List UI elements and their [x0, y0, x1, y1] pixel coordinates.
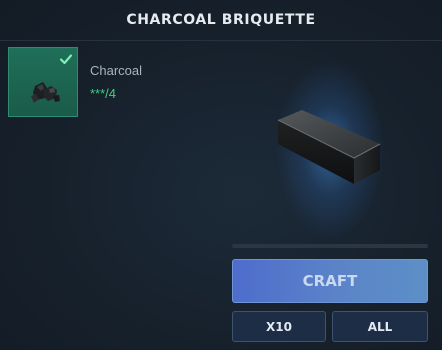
craft-x10-button[interactable]: X10	[232, 311, 326, 342]
craft-button[interactable]: CRAFT	[232, 259, 428, 303]
ingredient-count: ***/4	[90, 86, 117, 101]
title-bar: CHARCOAL BRIQUETTE	[0, 0, 442, 41]
charcoal-icon	[31, 82, 60, 103]
ingredient-slot[interactable]	[8, 47, 78, 117]
ingredient-name: Charcoal	[90, 63, 143, 78]
craft-progress-bar	[232, 244, 428, 248]
check-icon	[59, 54, 73, 65]
charcoal-briquette-icon	[277, 110, 381, 184]
craft-all-button[interactable]: ALL	[332, 311, 428, 342]
crafting-panel: CHARCOAL BRIQUETTE Charcoal ***/4 CRAFT …	[0, 0, 442, 350]
recipe-title: CHARCOAL BRIQUETTE	[126, 12, 316, 28]
